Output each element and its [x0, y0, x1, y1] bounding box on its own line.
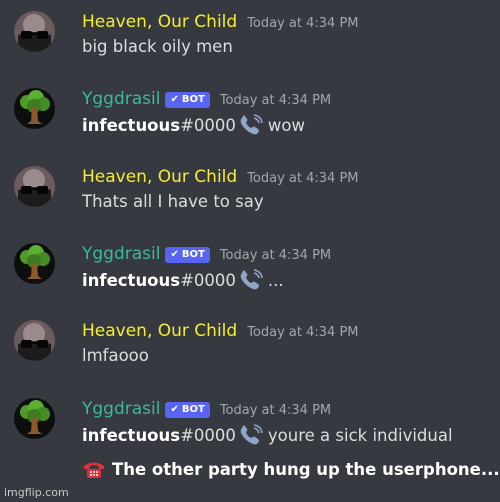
tree-avatar-icon [14, 88, 55, 129]
message: Yggdrasil ✔ BOT Today at 4:34 PM infectuo… [0, 77, 500, 147]
message-content: Thats all I have to say [82, 192, 264, 211]
avatar[interactable] [14, 88, 55, 129]
bot-badge-label: BOT [181, 249, 205, 260]
timestamp: Today at 4:34 PM [247, 16, 359, 31]
bot-badge: ✔ BOT [165, 401, 210, 418]
message-text: youre a sick individual [267, 425, 453, 445]
message-text: big black oily men [82, 37, 233, 56]
message-content: infectuous #0000 ... [82, 269, 284, 291]
telephone-hangup-icon [82, 458, 106, 480]
username[interactable]: Yggdrasil [82, 399, 160, 419]
message-content: infectuous #0000 wow [82, 114, 305, 136]
watermark: imgflip.com [4, 486, 69, 499]
message-content: big black oily men [82, 37, 233, 56]
bot-badge: ✔ BOT [165, 91, 210, 108]
tree-avatar-icon [14, 398, 55, 439]
message-text: lmfaooo [82, 346, 149, 365]
caller-discriminator: #0000 [180, 115, 236, 135]
message: Yggdrasil ✔ BOT Today at 4:34 PM infectuo… [0, 387, 500, 457]
timestamp: Today at 4:34 PM [219, 248, 332, 263]
message-text: Thats all I have to say [82, 192, 264, 211]
user-avatar-icon [14, 320, 55, 361]
hangup-text: The other party hung up the userphone... [112, 459, 500, 479]
message-text: ... [267, 270, 284, 290]
chat-log: Heaven, Our Child Today at 4:34 PM big b… [0, 0, 500, 502]
bot-badge-label: BOT [181, 404, 205, 415]
phone-icon [238, 114, 266, 136]
username[interactable]: Heaven, Our Child [82, 12, 237, 32]
checkmark-icon: ✔ [170, 249, 179, 260]
checkmark-icon: ✔ [170, 404, 179, 415]
avatar[interactable] [14, 243, 55, 284]
message: Heaven, Our Child Today at 4:34 PM Thats… [0, 155, 500, 225]
hangup-notice: The other party hung up the userphone... [82, 458, 500, 480]
avatar[interactable] [14, 11, 55, 52]
timestamp: Today at 4:34 PM [219, 93, 332, 108]
avatar[interactable] [14, 398, 55, 439]
caller-name: infectuous [82, 270, 181, 290]
message-content: lmfaooo [82, 346, 149, 365]
username[interactable]: Heaven, Our Child [82, 167, 237, 187]
message: Yggdrasil ✔ BOT Today at 4:34 PM infectuo… [0, 232, 500, 302]
phone-icon [238, 424, 266, 446]
caller-discriminator: #0000 [180, 270, 236, 290]
message: Heaven, Our Child Today at 4:34 PM lmfao… [0, 309, 500, 379]
bot-badge-label: BOT [181, 94, 205, 105]
avatar[interactable] [14, 320, 55, 361]
caller-discriminator: #0000 [180, 425, 236, 445]
message-text: wow [267, 115, 306, 135]
caller-name: infectuous [82, 115, 181, 135]
timestamp: Today at 4:34 PM [219, 403, 332, 418]
username[interactable]: Yggdrasil [82, 89, 160, 109]
username[interactable]: Heaven, Our Child [82, 321, 237, 341]
message: Heaven, Our Child Today at 4:34 PM big b… [0, 0, 500, 70]
user-avatar-icon [14, 166, 55, 207]
checkmark-icon: ✔ [170, 94, 179, 105]
caller-name: infectuous [82, 425, 181, 445]
username[interactable]: Yggdrasil [82, 244, 160, 264]
timestamp: Today at 4:34 PM [247, 171, 359, 186]
phone-icon [238, 269, 266, 291]
bot-badge: ✔ BOT [165, 246, 210, 263]
message-content: infectuous #0000 youre a sick individual [82, 424, 453, 446]
avatar[interactable] [14, 166, 55, 207]
timestamp: Today at 4:34 PM [247, 325, 359, 340]
tree-avatar-icon [14, 243, 55, 284]
user-avatar-icon [14, 11, 55, 52]
